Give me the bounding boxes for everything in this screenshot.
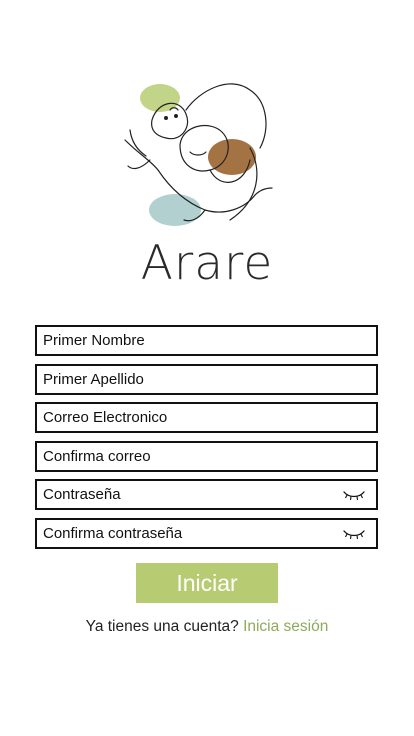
password-input[interactable] bbox=[37, 481, 376, 508]
eye-closed-icon[interactable] bbox=[342, 527, 366, 541]
brand-name: Arare bbox=[140, 236, 274, 291]
confirm-password-input[interactable] bbox=[37, 519, 376, 547]
email-input[interactable] bbox=[37, 404, 376, 431]
brand-logo bbox=[110, 70, 280, 245]
start-button[interactable]: Iniciar bbox=[136, 563, 278, 603]
last-name-field-box bbox=[35, 363, 378, 395]
confirm-email-field-box bbox=[35, 440, 378, 472]
email-field-box bbox=[35, 402, 378, 433]
signin-link[interactable]: Inicia sesión bbox=[243, 618, 328, 635]
signin-prompt: Ya tienes una cuenta? Inicia sesión bbox=[0, 618, 414, 636]
signin-prompt-text: Ya tienes una cuenta? bbox=[85, 618, 239, 635]
last-name-input[interactable] bbox=[37, 365, 376, 393]
confirm-password-field-box bbox=[35, 517, 378, 549]
password-field-box bbox=[35, 479, 378, 510]
signup-form bbox=[35, 325, 378, 556]
first-name-input[interactable] bbox=[37, 327, 376, 354]
confirm-email-input[interactable] bbox=[37, 442, 376, 470]
animals-illustration bbox=[124, 83, 273, 226]
first-name-field-box bbox=[35, 325, 378, 356]
eye-closed-icon[interactable] bbox=[342, 488, 366, 502]
